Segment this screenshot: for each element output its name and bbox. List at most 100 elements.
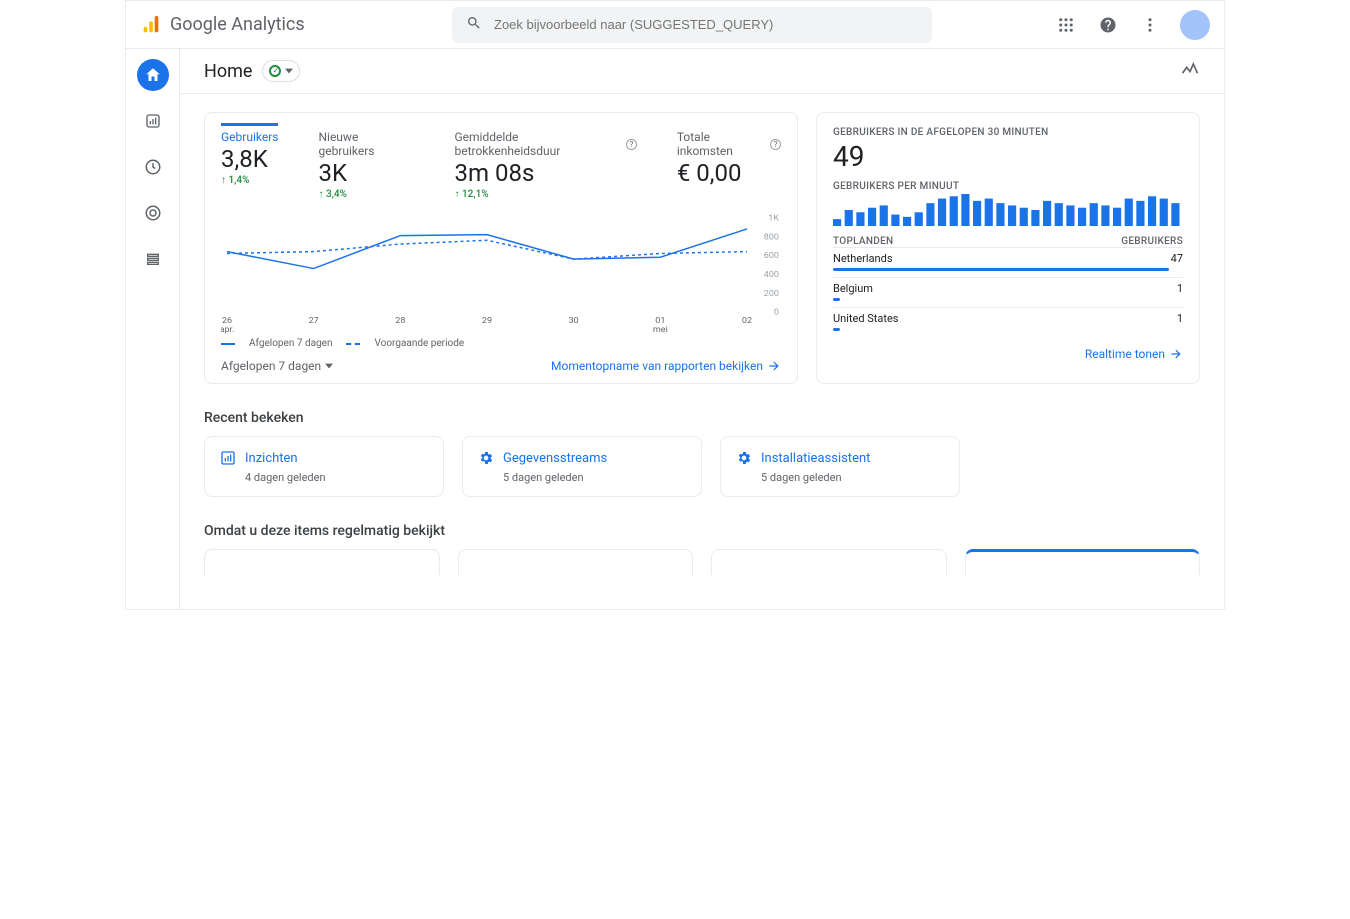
realtime-subtitle: GEBRUIKERS PER MINUUT	[833, 181, 1183, 192]
svg-text:200: 200	[764, 289, 779, 299]
search-container	[346, 7, 1038, 43]
recent-card[interactable]: Inzichten 4 dagen geleden	[204, 436, 444, 497]
realtime-card: GEBRUIKERS IN DE AFGELOPEN 30 MINUTEN 49…	[816, 112, 1200, 384]
status-chip[interactable]	[262, 60, 300, 82]
metric-delta: ↑ 1,4%	[221, 175, 278, 186]
insights-icon	[219, 449, 237, 467]
svg-text:mei: mei	[653, 326, 668, 335]
recent-sub: 5 dagen geleden	[503, 471, 687, 484]
help-icon[interactable]: ?	[770, 139, 781, 150]
legend-previous: Voorgaande periode	[374, 338, 464, 349]
rt-col-country: TOPLANDEN	[833, 236, 893, 247]
because-title: Omdat u deze items regelmatig bekijkt	[204, 523, 1200, 539]
because-card[interactable]	[458, 549, 694, 575]
arrow-right-icon	[1169, 347, 1183, 361]
date-range-dropdown[interactable]: Afgelopen 7 dagen	[221, 359, 333, 373]
country-bar	[833, 298, 840, 301]
svg-text:800: 800	[764, 233, 779, 243]
svg-text:27: 27	[309, 316, 319, 326]
date-range-label: Afgelopen 7 dagen	[221, 359, 321, 373]
view-reports-link[interactable]: Momentopname van rapporten bekijken	[551, 359, 781, 373]
gear-icon	[735, 449, 753, 467]
svg-text:26: 26	[222, 316, 232, 326]
check-icon	[269, 65, 281, 77]
chevron-down-icon	[325, 362, 333, 370]
chart-legend: Afgelopen 7 dagen Voorgaande periode	[221, 338, 781, 349]
realtime-value: 49	[833, 140, 1183, 173]
recent-title: Recent bekeken	[204, 410, 1200, 426]
nav-advertising[interactable]	[137, 197, 169, 229]
metric-delta: ↑ 12,1%	[454, 189, 636, 200]
svg-text:0: 0	[774, 308, 779, 318]
recent-label: Installatieassistent	[761, 451, 870, 466]
nav-explore[interactable]	[137, 151, 169, 183]
country-bar	[833, 268, 1169, 271]
gear-icon	[477, 449, 495, 467]
arrow-right-icon	[767, 359, 781, 373]
metric-label: Gemiddelde betrokkenheidsduur	[454, 130, 622, 158]
svg-text:29: 29	[482, 316, 492, 326]
avatar[interactable]	[1180, 10, 1210, 40]
metric-tab[interactable]: Totale inkomsten? € 0,00	[677, 130, 781, 200]
metric-value: 3m 08s	[454, 158, 636, 189]
page-header: Home	[180, 49, 1224, 94]
metric-value: 3K	[318, 158, 414, 189]
svg-text:1K: 1K	[768, 214, 779, 223]
metric-value: 3,8K	[221, 144, 278, 175]
svg-text:30: 30	[569, 316, 579, 326]
realtime-bar-chart	[833, 192, 1183, 226]
country-name: Netherlands	[833, 252, 893, 265]
app-logo[interactable]: Google Analytics	[140, 14, 330, 36]
apps-icon[interactable]	[1054, 13, 1078, 37]
search-input[interactable]	[492, 16, 918, 33]
realtime-country-row: United States 1	[833, 307, 1183, 337]
help-icon[interactable]	[1096, 13, 1120, 37]
because-card[interactable]	[711, 549, 947, 575]
legend-current: Afgelopen 7 dagen	[249, 338, 332, 349]
realtime-link[interactable]: Realtime tonen	[1085, 347, 1183, 361]
app-window: Google Analytics	[125, 0, 1225, 610]
metric-label: Gebruikers	[221, 130, 278, 144]
metric-label: Nieuwe gebruikers	[318, 130, 414, 158]
metric-value: € 0,00	[677, 158, 781, 189]
recent-card[interactable]: Gegevensstreams 5 dagen geleden	[462, 436, 702, 497]
app-name: Google Analytics	[170, 14, 305, 35]
realtime-title: GEBRUIKERS IN DE AFGELOPEN 30 MINUTEN	[833, 127, 1183, 138]
sidenav	[126, 49, 180, 609]
insights-icon[interactable]	[1180, 59, 1200, 83]
country-name: Belgium	[833, 282, 873, 295]
because-cards	[204, 549, 1200, 575]
help-icon[interactable]: ?	[626, 139, 637, 150]
search-icon	[466, 15, 482, 35]
realtime-country-row: Netherlands47	[833, 247, 1183, 277]
svg-text:400: 400	[764, 270, 779, 280]
realtime-country-row: Belgium 1	[833, 277, 1183, 307]
metric-tab[interactable]: Nieuwe gebruikers3K↑ 3,4%	[318, 130, 414, 200]
recent-label: Gegevensstreams	[503, 451, 607, 466]
nav-reports[interactable]	[137, 105, 169, 137]
country-name: United States	[833, 312, 898, 325]
because-card[interactable]	[965, 549, 1201, 575]
country-value: 1	[1177, 312, 1183, 325]
analytics-logo-icon	[140, 14, 162, 36]
metric-tab[interactable]: Gebruikers3,8K↑ 1,4%	[221, 123, 278, 200]
svg-text:apr.: apr.	[221, 326, 234, 335]
nav-home[interactable]	[137, 59, 169, 91]
more-icon[interactable]	[1138, 13, 1162, 37]
overview-card: Gebruikers3,8K↑ 1,4%Nieuwe gebruikers3K↑…	[204, 112, 798, 384]
topbar: Google Analytics	[126, 1, 1224, 49]
svg-text:600: 600	[764, 252, 779, 262]
overview-chart: 1K800600400200026apr.2728293001mei02	[221, 214, 781, 334]
svg-text:28: 28	[395, 316, 405, 326]
because-card[interactable]	[204, 549, 440, 575]
nav-configure[interactable]	[137, 243, 169, 275]
search-box[interactable]	[452, 7, 932, 43]
country-value: 1	[1177, 282, 1183, 295]
metric-tab[interactable]: Gemiddelde betrokkenheidsduur? 3m 08s↑ 12…	[454, 130, 636, 200]
recent-sub: 5 dagen geleden	[761, 471, 945, 484]
recent-label: Inzichten	[245, 451, 298, 466]
metric-label: Totale inkomsten	[677, 130, 766, 158]
recent-card[interactable]: Installatieassistent 5 dagen geleden	[720, 436, 960, 497]
recent-sub: 4 dagen geleden	[245, 471, 429, 484]
svg-text:02: 02	[742, 316, 752, 326]
